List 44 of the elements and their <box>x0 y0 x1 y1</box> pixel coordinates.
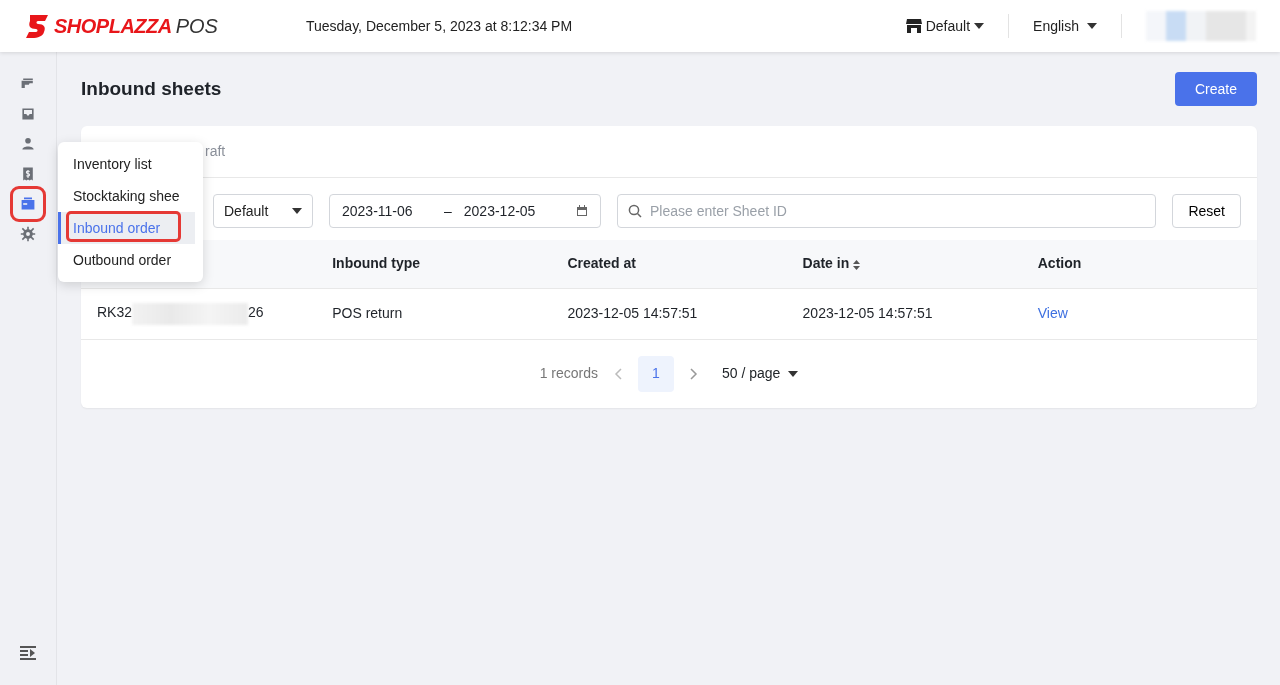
store-icon <box>905 19 922 33</box>
table-cell: 2023-12-05 14:57:51 <box>802 305 933 321</box>
column-header: Inbound type <box>332 255 421 272</box>
column-header: Action <box>1037 255 1082 272</box>
calendar-icon <box>576 205 588 217</box>
caret-icon <box>292 208 302 214</box>
menu-item[interactable]: Outbound order <box>58 244 195 276</box>
page-title: Inbound sheets <box>81 77 222 101</box>
menu-item[interactable]: Stocktaking shee <box>58 180 195 212</box>
create-button[interactable]: Create <box>1174 72 1257 106</box>
page-button[interactable]: 1 <box>638 355 674 392</box>
caret-icon <box>788 370 799 377</box>
store-dropdown[interactable]: Default <box>905 15 985 37</box>
table-cell: 2023-12-05 14:57:51 <box>567 305 698 321</box>
logo-icon <box>24 13 50 39</box>
sort-icon[interactable] <box>853 259 861 270</box>
type-select[interactable]: Default <box>213 194 313 228</box>
brand-name: SHOPLAZZA <box>54 14 172 39</box>
date-time: Tuesday, December 5, 2023 at 8:12:34 PM <box>305 16 573 36</box>
column-header: Created at <box>567 255 636 272</box>
record-count: 1 records <box>539 364 598 383</box>
language-dropdown[interactable]: English <box>1033 15 1097 37</box>
sheet-id: RK32 <box>97 304 133 321</box>
menu-item[interactable]: Inbound order <box>58 212 195 244</box>
date-range-field[interactable]: 2023-11-06 – 2023-12-05 <box>329 194 601 228</box>
settings-icon <box>20 226 36 242</box>
caret-icon <box>974 23 985 29</box>
search-field[interactable]: Please enter Sheet ID <box>617 194 1157 228</box>
menu-item[interactable]: Inventory list <box>58 148 195 180</box>
search-icon <box>628 204 642 218</box>
person-icon <box>20 136 36 152</box>
brand-suffix: POS <box>175 14 218 39</box>
reset-button[interactable]: Reset <box>1172 194 1241 228</box>
inbox-icon <box>20 106 36 122</box>
caret-icon <box>1087 23 1097 29</box>
page-size-select[interactable]: 50 / page <box>722 363 799 384</box>
sheet-id: 26 <box>248 304 264 321</box>
column-header: Date in <box>802 255 850 272</box>
expand-icon <box>20 646 36 660</box>
receipt-icon <box>20 166 36 182</box>
next-page-icon[interactable] <box>690 367 698 380</box>
table-cell: POS return <box>332 305 403 321</box>
view-link[interactable]: View <box>1037 305 1068 321</box>
box-icon <box>20 196 36 212</box>
